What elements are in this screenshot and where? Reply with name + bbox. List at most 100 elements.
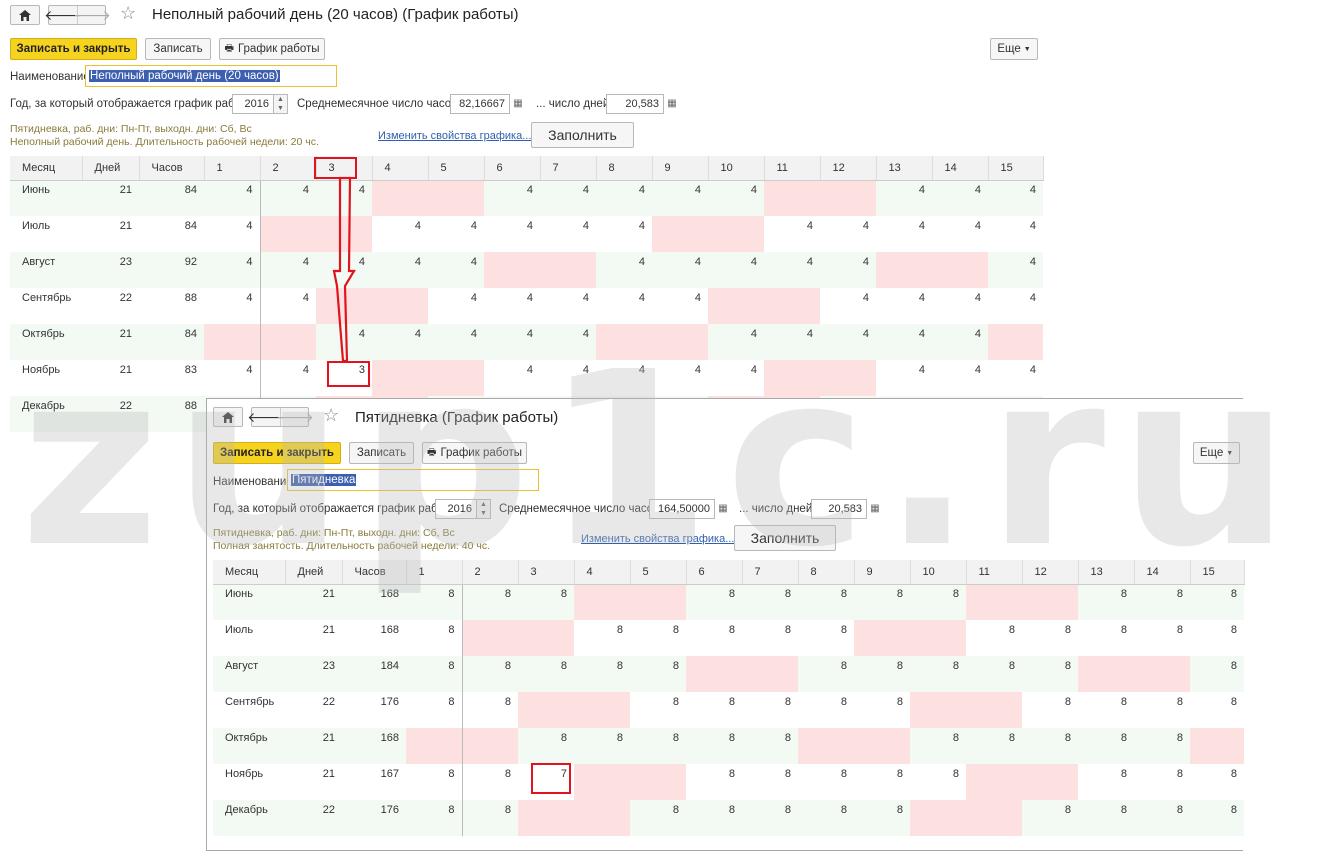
day-hours-cell[interactable]: 8 xyxy=(574,656,630,692)
day-hours-cell[interactable]: 4 xyxy=(820,252,876,288)
fill-button[interactable]: Заполнить xyxy=(734,525,836,551)
day-hours-cell[interactable]: 4 xyxy=(876,288,932,324)
day-hours-cell[interactable]: 8 xyxy=(854,764,910,800)
table-row[interactable]: Октябрь 21 84 4 4 4 4 4 4 4 4 4 4 xyxy=(10,324,1043,360)
day-hours-cell[interactable]: 4 xyxy=(764,216,820,252)
day-hours-cell[interactable]: 8 xyxy=(1022,620,1078,656)
day-hours-cell[interactable]: 4 xyxy=(540,324,596,360)
day-hours-cell[interactable]: 8 xyxy=(742,620,798,656)
day-column-header[interactable]: 6 xyxy=(484,156,541,181)
day-hours-cell[interactable]: 4 xyxy=(428,324,484,360)
forward-arrow-icon[interactable]: 🡒 xyxy=(73,6,111,24)
holiday-cell[interactable] xyxy=(988,324,1043,360)
home-button[interactable] xyxy=(213,407,243,427)
day-column-header[interactable]: 15 xyxy=(1190,560,1245,585)
year-input[interactable]: 2016 xyxy=(232,94,274,114)
day-hours-cell[interactable]: 4 xyxy=(652,288,708,324)
day-hours-cell[interactable]: 8 xyxy=(1078,584,1134,620)
holiday-cell[interactable] xyxy=(966,692,1022,728)
day-hours-cell[interactable]: 8 xyxy=(406,764,462,800)
save-button[interactable]: Записать xyxy=(145,38,211,60)
holiday-cell[interactable] xyxy=(820,180,876,216)
year-spinner[interactable]: ▲ ▼ xyxy=(273,94,288,114)
day-hours-cell[interactable]: 8 xyxy=(1078,728,1134,764)
save-and-close-button[interactable]: Записать и закрыть xyxy=(10,38,137,60)
table-row[interactable]: Декабрь 22 176 8 8 8 8 8 8 8 8 8 8 8 xyxy=(213,800,1244,836)
day-hours-cell[interactable]: 8 xyxy=(854,800,910,836)
table-row[interactable]: Июнь 21 84 4 4 4 4 4 4 4 4 4 4 4 xyxy=(10,180,1043,216)
day-hours-cell[interactable]: 8 xyxy=(406,584,462,620)
day-hours-cell[interactable]: 8 xyxy=(910,656,966,692)
day-hours-cell[interactable]: 8 xyxy=(1134,620,1190,656)
day-hours-cell[interactable]: 8 xyxy=(742,728,798,764)
day-hours-cell[interactable]: 4 xyxy=(204,360,260,396)
day-hours-cell[interactable]: 8 xyxy=(798,692,854,728)
day-hours-cell[interactable]: 4 xyxy=(652,180,708,216)
day-hours-cell[interactable]: 4 xyxy=(876,180,932,216)
holiday-cell[interactable] xyxy=(372,360,428,396)
day-hours-cell[interactable]: 8 xyxy=(798,584,854,620)
day-hours-cell[interactable]: 4 xyxy=(932,360,988,396)
day-hours-cell[interactable]: 8 xyxy=(461,692,518,728)
day-column-header[interactable]: 5 xyxy=(630,560,687,585)
save-and-close-button[interactable]: Записать и закрыть xyxy=(213,442,341,464)
day-hours-cell[interactable]: 4 xyxy=(204,216,260,252)
holiday-cell[interactable] xyxy=(540,252,596,288)
day-hours-cell[interactable]: 8 xyxy=(1022,692,1078,728)
day-hours-cell[interactable]: 4 xyxy=(876,324,932,360)
holiday-cell[interactable] xyxy=(259,216,316,252)
table-row[interactable]: Ноябрь 21 83 4 4 3 4 4 4 4 4 4 4 4 xyxy=(10,360,1043,396)
day-hours-cell[interactable]: 8 xyxy=(1134,800,1190,836)
holiday-cell[interactable] xyxy=(574,764,630,800)
day-hours-cell[interactable]: 4 xyxy=(988,180,1043,216)
more-button[interactable]: Еще ▼ xyxy=(990,38,1038,60)
save-button[interactable]: Записать xyxy=(349,442,414,464)
forward-arrow-icon[interactable]: 🡒 xyxy=(276,408,314,426)
holiday-cell[interactable] xyxy=(764,288,820,324)
day-column-header[interactable]: 12 xyxy=(1022,560,1079,585)
holiday-cell[interactable] xyxy=(1190,728,1244,764)
day-hours-cell[interactable]: 8 xyxy=(461,764,518,800)
holiday-cell[interactable] xyxy=(630,584,686,620)
day-hours-cell[interactable]: 8 xyxy=(910,728,966,764)
favorite-star-icon[interactable]: ☆ xyxy=(323,405,339,426)
holiday-cell[interactable] xyxy=(820,360,876,396)
days-input[interactable]: 20,583 xyxy=(811,499,867,519)
day-hours-cell[interactable]: 4 xyxy=(820,288,876,324)
day-hours-cell[interactable]: 8 xyxy=(1190,764,1244,800)
holiday-cell[interactable] xyxy=(854,728,910,764)
day-hours-cell[interactable]: 4 xyxy=(932,288,988,324)
day-hours-cell[interactable]: 8 xyxy=(1134,728,1190,764)
day-hours-cell[interactable]: 8 xyxy=(1190,620,1244,656)
day-column-header[interactable]: 6 xyxy=(686,560,743,585)
day-hours-cell[interactable]: 4 xyxy=(484,324,540,360)
holiday-cell[interactable] xyxy=(518,692,574,728)
holiday-cell[interactable] xyxy=(686,656,742,692)
holiday-cell[interactable] xyxy=(1078,656,1134,692)
day-hours-cell[interactable]: 8 xyxy=(686,764,742,800)
day-column-header[interactable]: 1 xyxy=(406,560,463,585)
day-hours-cell[interactable]: 8 xyxy=(1134,584,1190,620)
day-hours-cell[interactable]: 8 xyxy=(630,728,686,764)
column-header[interactable]: Дней xyxy=(285,560,343,585)
day-hours-cell[interactable]: 4 xyxy=(988,360,1043,396)
holiday-cell[interactable] xyxy=(652,324,708,360)
day-hours-cell[interactable]: 8 xyxy=(518,728,574,764)
table-row[interactable]: Август 23 92 4 4 4 4 4 4 4 4 4 4 4 xyxy=(10,252,1043,288)
day-hours-cell[interactable]: 4 xyxy=(596,252,652,288)
day-hours-cell[interactable]: 4 xyxy=(596,360,652,396)
table-row[interactable]: Октябрь 21 168 8 8 8 8 8 8 8 8 8 8 xyxy=(213,728,1244,764)
holiday-cell[interactable] xyxy=(518,620,574,656)
change-properties-link[interactable]: Изменить свойства графика... xyxy=(581,533,734,545)
day-hours-cell[interactable]: 4 xyxy=(652,252,708,288)
day-hours-cell[interactable]: 4 xyxy=(764,252,820,288)
day-column-header[interactable]: 2 xyxy=(260,156,317,181)
day-hours-cell[interactable]: 8 xyxy=(1190,800,1244,836)
day-hours-cell[interactable]: 8 xyxy=(1022,728,1078,764)
day-hours-cell[interactable]: 8 xyxy=(1190,692,1244,728)
day-hours-cell[interactable]: 8 xyxy=(798,764,854,800)
day-hours-cell[interactable]: 8 xyxy=(910,764,966,800)
day-hours-cell[interactable]: 8 xyxy=(630,800,686,836)
holiday-cell[interactable] xyxy=(372,180,428,216)
day-hours-cell[interactable]: 8 xyxy=(910,584,966,620)
